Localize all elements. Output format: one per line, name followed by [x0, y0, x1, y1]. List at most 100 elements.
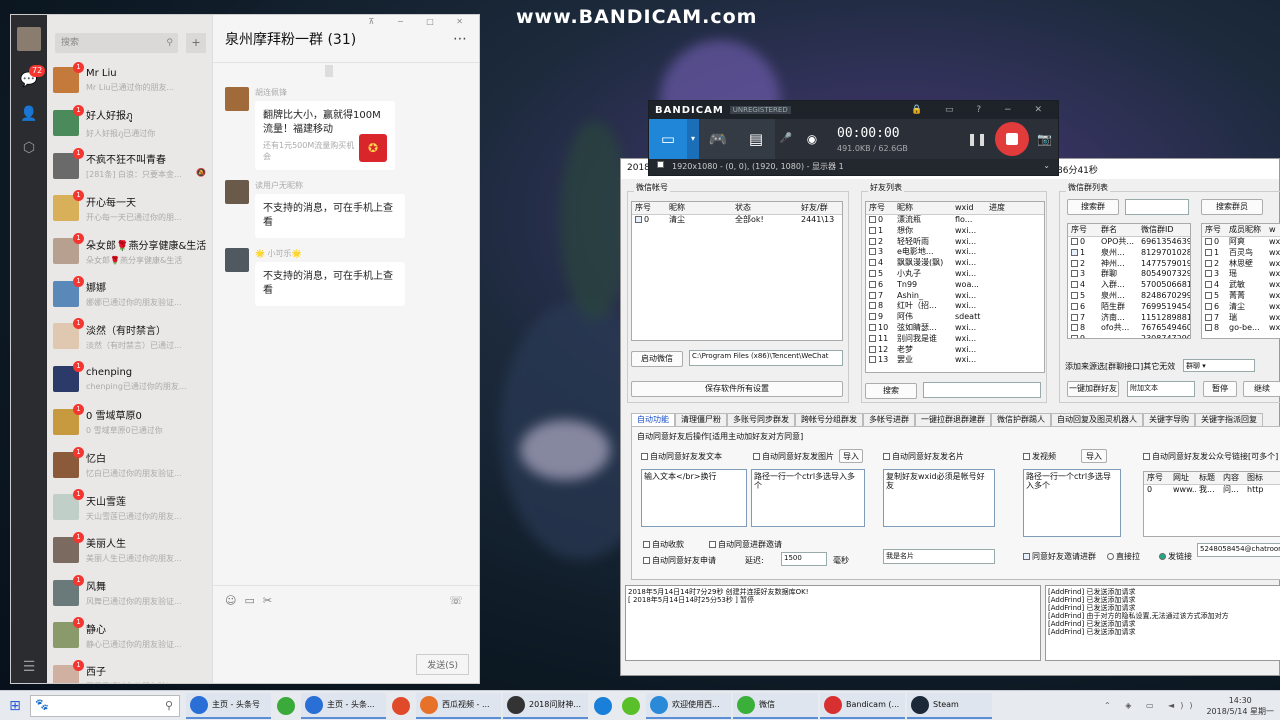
table-row[interactable]: 2 林思壁 wx [1202, 259, 1280, 270]
row-checkbox[interactable] [869, 291, 876, 299]
clock[interactable]: 14:30 2018/5/14 星期一 [1206, 695, 1274, 717]
list-item[interactable]: 1 美丽人生 美丽人生已通过你的朋友... [47, 529, 212, 572]
row-checkbox[interactable] [1071, 238, 1078, 245]
table-row[interactable]: 9 阿伟 sdeatt [866, 312, 1044, 323]
scissors-icon[interactable]: ✂ [263, 594, 280, 607]
taskbar-item[interactable] [590, 693, 616, 719]
account-table[interactable]: 序号 昵称 状态 好友/群 0 清尘 全部ok! 2441\13 [631, 201, 843, 341]
stop-record-button[interactable] [995, 122, 1030, 156]
opt-video[interactable]: 发视频 [1023, 451, 1056, 462]
list-item[interactable]: 1 开心每一天 开心每一天已通过你的朋... [47, 187, 212, 230]
tab-4[interactable]: 多帐号进群 [863, 413, 915, 426]
webcam-icon[interactable]: ◉ [797, 119, 827, 159]
add-source-select[interactable]: 群聊 ▾ [1183, 359, 1255, 372]
mic-icon[interactable]: 🎤 [775, 119, 797, 159]
row-checkbox[interactable] [1205, 238, 1212, 245]
list-item[interactable]: 1 不疯不狂不叫青春 [281条] 白浪：只要本金... 🔕 [47, 144, 212, 187]
start-icon[interactable]: ⊞ [0, 698, 30, 714]
search-input[interactable]: 搜索 ⚲ [55, 33, 178, 53]
row-checkbox[interactable] [869, 334, 876, 342]
sender-avatar[interactable] [225, 87, 249, 111]
my-avatar[interactable] [17, 27, 41, 51]
import-image-button[interactable]: 导入 [839, 449, 863, 463]
sender-avatar[interactable] [225, 248, 249, 272]
tab-8[interactable]: 关键字导购 [1143, 413, 1195, 426]
pause-button[interactable]: 暂停 [1203, 381, 1237, 397]
tab-0[interactable]: 自动功能 [631, 413, 675, 426]
pause-icon[interactable]: ❚❚ [967, 132, 987, 146]
row-checkbox[interactable] [1205, 291, 1212, 299]
row-checkbox[interactable] [869, 302, 876, 310]
opt-card[interactable]: 自动同意好友发名片 [883, 451, 964, 462]
row-checkbox[interactable] [1071, 259, 1078, 267]
list-item[interactable]: 1西子西子已通过你的朋友验证... [47, 657, 212, 683]
row-checkbox[interactable] [869, 280, 876, 288]
taskbar-item[interactable] [618, 693, 644, 719]
friend-search-input[interactable] [923, 382, 1041, 398]
camera-icon[interactable]: 📷 [1037, 132, 1052, 146]
taskbar-search[interactable]: 🐾 ⚲ [30, 694, 180, 717]
list-item[interactable]: 1 淡然（有时禁言） 淡然（有时禁言）已通过... [47, 315, 212, 358]
list-item[interactable]: 1 天山雪莲 天山雪莲已通过你的朋友... [47, 486, 212, 529]
tray-icons[interactable]: ⌃ ◈ ▭ ◄)) [1104, 701, 1198, 710]
row-checkbox[interactable] [635, 216, 642, 223]
row-checkbox[interactable] [869, 226, 876, 234]
more-icon[interactable]: ⋯ [453, 31, 467, 47]
row-checkbox[interactable] [869, 313, 876, 321]
list-item[interactable]: 10 雪域草原0 0 雪域草原0已通过你 [47, 401, 212, 444]
table-row[interactable]: 12 老梦 wxi... [866, 345, 1044, 356]
opt-official[interactable]: 自动同意好友发公众号链接[可多个] [1143, 451, 1278, 462]
table-row[interactable]: 1 泉州... 8129701028 [1068, 248, 1190, 259]
table-row[interactable]: 7 瑞 wx [1202, 313, 1280, 324]
taskbar-item[interactable]: 主页 - 头条号 [186, 692, 271, 719]
row-checkbox[interactable] [869, 323, 876, 331]
wechat-path-input[interactable]: C:\Program Files (x86)\Tencent\WeChat [689, 350, 843, 366]
tab-2[interactable]: 多账号同步群发 [727, 413, 795, 426]
tab-1[interactable]: 清理僵尸粉 [675, 413, 727, 426]
direct-pull-radio[interactable]: 直接拉 [1107, 551, 1140, 562]
table-row[interactable]: 3 e电影地... wxi... [866, 247, 1044, 258]
row-checkbox[interactable] [1071, 302, 1078, 310]
friend-table[interactable]: 序号 昵称 wxid 进度 0 漂流瓶 flo... 1 想你 wxi... 2 轻轻听雨 wxi...… [865, 201, 1045, 373]
folder-icon[interactable]: ▭ [244, 594, 262, 607]
table-row[interactable]: 4 武敏 wx [1202, 280, 1280, 291]
table-row[interactable]: 0 阿爽 wx [1202, 237, 1280, 248]
table-row[interactable]: 6 Tn99 woa... [866, 280, 1044, 291]
table-row[interactable]: 5 小丸子 wxi... [866, 269, 1044, 280]
row-checkbox[interactable] [1071, 270, 1078, 278]
add-button[interactable]: + [186, 33, 206, 53]
image-path-input[interactable]: 路径一行一个ctrl多选导入多个 [751, 469, 865, 527]
table-row[interactable]: 11 别问我是谁 wxi... [866, 334, 1044, 345]
taskbar-item[interactable]: 2018问财神... [503, 692, 588, 719]
table-row[interactable]: 8 go-be... wx [1202, 323, 1280, 334]
member-table[interactable]: 序号 成员昵称 w 0 阿爽 wx 1 百灵鸟 wx 2 林思壁 wx 3 瑶 wx 4 武敏 wx 5 菁菁 wx 6 清… [1201, 223, 1280, 339]
tab-9[interactable]: 关键字指派回复 [1195, 413, 1263, 426]
list-item[interactable]: 1 娜娜 娜娜已通过你的朋友验证... [47, 272, 212, 315]
contacts-icon[interactable]: 👤 [11, 97, 47, 131]
table-row[interactable]: 0 OPO共... 6961354639 [1068, 237, 1190, 248]
row-checkbox[interactable] [869, 345, 876, 353]
table-row[interactable]: 0 清尘 全部ok! 2441\13 [632, 215, 842, 226]
taskbar-item[interactable]: 西瓜视频 - ... [416, 692, 501, 719]
tab-7[interactable]: 自动回复及图灵机器人 [1051, 413, 1143, 426]
opt-apply[interactable]: 自动同意好友申请 [643, 555, 716, 566]
link-card[interactable]: 翻牌比大小，赢就得100M流量！福建移动 还有1元500M流量购买机会 ✪ [255, 101, 395, 170]
row-checkbox[interactable] [869, 248, 876, 256]
row-checkbox[interactable] [869, 269, 876, 277]
row-checkbox[interactable] [1205, 302, 1212, 310]
row-checkbox[interactable] [1205, 281, 1212, 289]
chat-icon[interactable]: 💬 72 [11, 63, 47, 97]
hdmi-mode-icon[interactable]: ▤ [737, 119, 775, 159]
call-icon[interactable]: ☏ [449, 594, 463, 607]
list-item[interactable]: 1 好人好报ภู 好人好报ภู已通过你 [47, 102, 212, 145]
row-checkbox[interactable] [1071, 248, 1078, 256]
tab-6[interactable]: 微信护群踢人 [991, 413, 1051, 426]
checkbox[interactable] [657, 161, 664, 168]
card-name-input[interactable]: 我是名片 [883, 549, 995, 564]
table-row[interactable]: 8 红叶（招... wxi... [866, 301, 1044, 312]
table-row[interactable]: 7 济南... 1151289881 [1068, 313, 1190, 324]
row-checkbox[interactable] [1205, 248, 1212, 256]
search-friend-button[interactable]: 搜索 [865, 383, 917, 399]
tab-3[interactable]: 跨帐号分组群发 [795, 413, 863, 426]
row-checkbox[interactable] [1071, 324, 1078, 332]
